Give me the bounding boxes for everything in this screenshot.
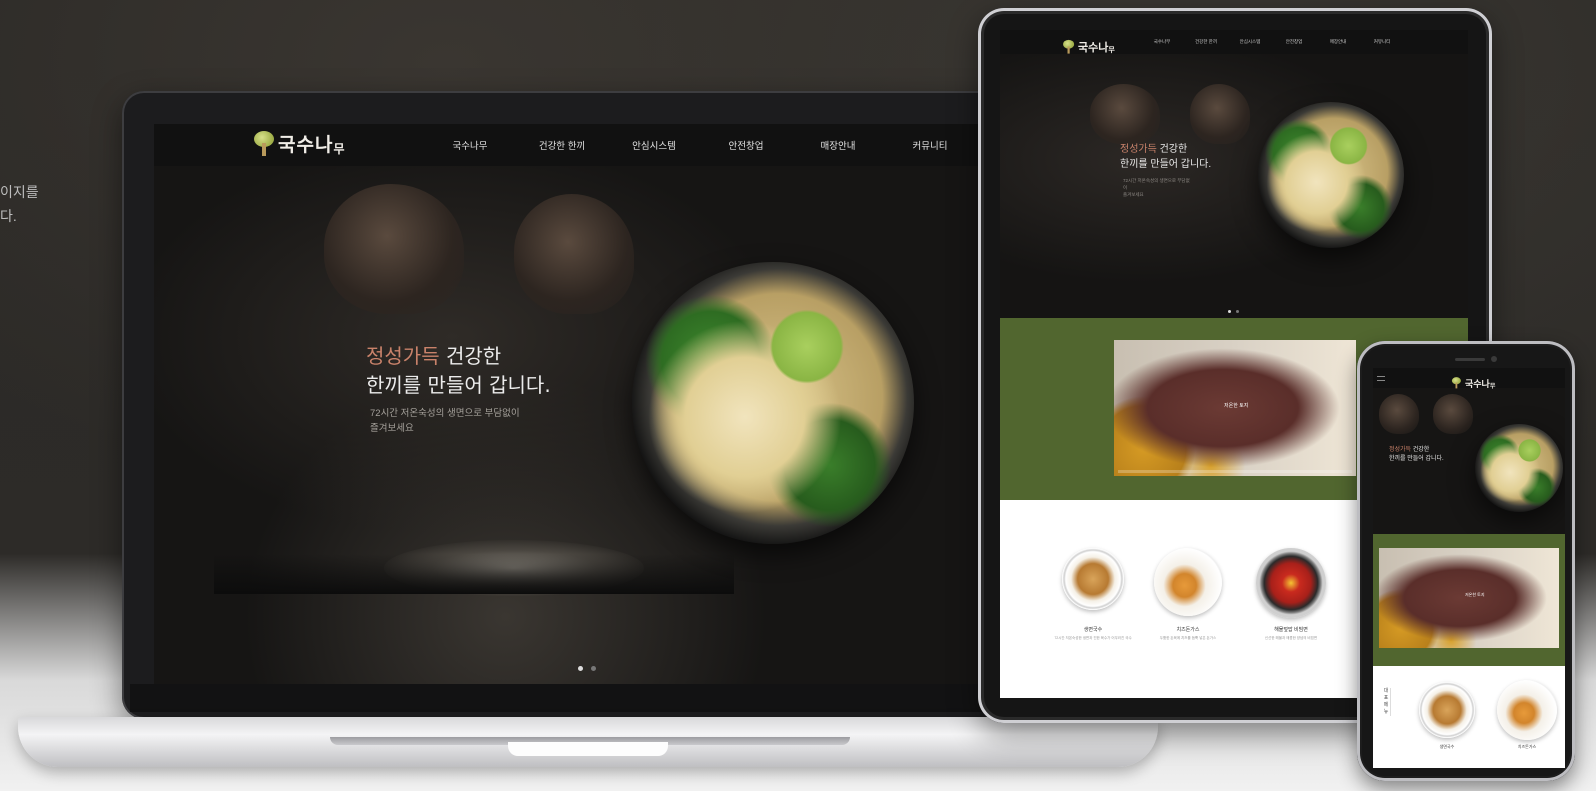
phone-video-label: 저온한 토지 [1465,592,1485,597]
phone-title-accent: 정성가득 [1389,447,1412,453]
phone-menu-item-name: 치즈돈가스 [1517,744,1537,749]
tablet-hand-left [1090,84,1160,144]
phone-header: 국수나 무 [1373,368,1565,390]
slider-dot-2[interactable] [1236,310,1239,313]
tablet-nav-item[interactable]: 안전창업 [1272,39,1316,45]
background-caption: 이지를 다. [0,180,39,228]
tablet-video-player[interactable]: 저온한 토지 [1114,340,1356,476]
tablet-nav-item[interactable]: 국수나무 [1140,39,1184,45]
tablet-video-progress[interactable] [1118,470,1352,473]
nav-item-healthy-meal[interactable]: 건강한 한끼 [516,138,608,152]
hamburger-icon[interactable] [1377,376,1385,381]
phone-title-rest: 건강한 [1411,447,1430,453]
phone-menu-item-name: 생면국수 [1439,744,1455,749]
logo-small-text: 무 [333,142,346,156]
tablet-logo-text: 국수나 [1078,41,1109,54]
hero-title-rest: 건강한 [439,344,502,368]
tablet-nav-item[interactable]: 커뮤니티 [1360,39,1404,45]
phone-screen: 국수나 무 정성가득 건강한 한끼를 만들어 갑니다. 저온한 토지 대표메뉴 생… [1373,368,1565,768]
phone-hero-title: 정성가득 건강한 한끼를 만들어 갑니다. [1389,446,1444,464]
phone-menu-section: 대표메뉴 생면국수 치즈돈가스 [1373,666,1565,768]
menu-item-desc: 두툼한 돈육에 치즈를 듬뿍 넣은 돈가스 [1159,636,1217,640]
laptop-notch [508,742,668,756]
phone-menu-section-label: 대표메뉴 [1383,688,1391,716]
laptop-screen: 국수나 무 국수나무 건강한 한끼 안심시스템 안전창업 매장안내 커뮤니티 정… [154,124,1032,684]
nav-item-guksunamu[interactable]: 국수나무 [424,138,516,152]
tablet-video-label: 저온한 토지 [1224,403,1249,409]
tablet-subtitle-line2: 즐겨보세요 [1123,192,1144,197]
slider-dot-2[interactable] [591,666,596,671]
tablet-slider-pagination [1228,310,1239,313]
table-shadow [214,554,734,594]
tablet-hand-right [1190,84,1250,144]
tablet-nav-item[interactable]: 건강한 한끼 [1184,39,1228,45]
menu-item-name: 해물덮밥 비빔면 [1274,627,1308,633]
menu-plate-noodle[interactable] [1062,548,1124,610]
site-header: 국수나 무 국수나무 건강한 한끼 안심시스템 안전창업 매장안내 커뮤니티 [154,124,1032,166]
hero-subtitle-line1: 72시간 저온숙성의 생면으로 부담없이 [370,408,520,419]
slider-dot-1[interactable] [578,666,583,671]
hero-title-accent: 정성가득 [366,344,440,368]
phone-menu-plate-noodle[interactable] [1419,682,1475,738]
caption-line-2: 다. [0,208,17,224]
menu-item-desc: 신선한 해물과 매콤한 양념의 비빔면 [1264,636,1318,640]
main-nav: 국수나무 건강한 한끼 안심시스템 안전창업 매장안내 커뮤니티 [424,124,976,166]
tablet-bowl-image [1258,102,1404,248]
tree-icon [1062,39,1075,54]
tree-icon [1451,377,1462,389]
hero-subtitle: 72시간 저온숙성의 생면으로 부담없이 즐겨보세요 [370,406,570,436]
phone-hand-left [1379,394,1419,434]
logo-main-text: 국수나 [278,134,334,156]
phone-logo-text: 국수나 [1465,379,1490,390]
tablet-title-accent: 정성가득 [1120,144,1157,155]
phone-bowl-image [1475,424,1563,512]
hero-hand-right [514,194,634,314]
site-logo[interactable]: 국수나 무 [252,130,346,157]
menu-plate-cutlet[interactable] [1154,548,1222,616]
slider-pagination [578,666,596,671]
noodle-bowl-image [632,262,914,544]
nav-item-community[interactable]: 커뮤니티 [884,138,976,152]
hero-subtitle-line2: 즐겨보세요 [370,423,414,434]
phone-video-player[interactable]: 저온한 토지 [1379,548,1559,648]
tablet-header: 국수나 무 국수나무 건강한 한끼 안심시스템 안전창업 매장안내 커뮤니티 [1000,30,1468,54]
hero-title: 정성가득 건강한 한끼를 만들어 갑니다. [366,342,551,400]
laptop-bezel [130,684,1056,712]
menu-item-name: 치즈돈가스 [1176,627,1200,633]
tablet-title-line2: 한끼를 만들어 갑니다. [1120,159,1212,170]
slider-dot-1[interactable] [1228,310,1231,313]
phone-title-line2: 한끼를 만들어 갑니다. [1389,456,1444,462]
tablet-subtitle-line1: 72시간 저온숙성의 생면으로 부담없이 [1123,178,1190,190]
hero-title-line2: 한끼를 만들어 갑니다. [366,373,551,397]
caption-line-1: 이지를 [0,184,39,200]
phone-speaker [1455,358,1485,361]
tablet-logo-small: 무 [1108,44,1115,54]
phone-logo[interactable]: 국수나 무 [1451,370,1495,396]
nav-item-store-info[interactable]: 매장안내 [792,138,884,152]
nav-item-startup[interactable]: 안전창업 [700,138,792,152]
phone-menu-plate-cutlet[interactable] [1497,680,1557,740]
menu-item-name: 생면국수 [1083,627,1103,633]
phone-logo-small: 무 [1489,382,1496,390]
hero-hand-left [324,184,464,314]
nav-item-safety-system[interactable]: 안심시스템 [608,138,700,152]
menu-item-desc: 72시간 저온숙성한 생면과 진한 육수가 어우러진 국수 [1054,636,1132,640]
phone-hand-right [1433,394,1473,434]
tablet-title-rest: 건강한 [1156,144,1188,155]
tablet-hero-title: 정성가득 건강한 한끼를 만들어 갑니다. [1120,142,1211,172]
tree-icon [252,130,276,157]
tablet-nav: 국수나무 건강한 한끼 안심시스템 안전창업 매장안내 커뮤니티 [1140,30,1404,54]
tablet-nav-item[interactable]: 매장안내 [1316,39,1360,45]
tablet-nav-item[interactable]: 안심시스템 [1228,39,1272,45]
tablet-hero-subtitle: 72시간 저온숙성의 생면으로 부담없이 즐겨보세요 [1123,177,1193,198]
phone-camera [1491,356,1497,362]
menu-plate-bibim[interactable] [1256,548,1326,618]
